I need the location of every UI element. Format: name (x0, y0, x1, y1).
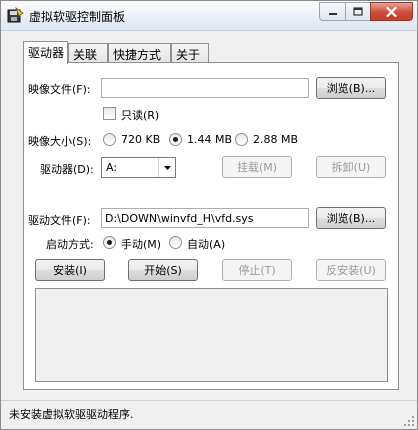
dropdown-arrow[interactable] (158, 158, 175, 177)
readonly-label: 只读(R) (121, 109, 160, 122)
stop-button[interactable]: 停止(T) (222, 259, 292, 281)
start-manual-label: 手动(M) (121, 238, 162, 251)
drive-letter-label: 驱动器(D): (40, 163, 94, 176)
tab-shortcut[interactable]: 快捷方式 (108, 43, 171, 63)
tab-panel-drive: 映像文件(F): 浏览(B)... 只读(R) 映像大小(S): 720 KB … (23, 62, 399, 390)
window-title: 虚拟软驱控制面板 (29, 10, 126, 24)
start-auto-label: 自动(A) (187, 238, 226, 251)
tab-association[interactable]: 关联 (68, 43, 108, 63)
tab-label: 快捷方式 (113, 48, 162, 62)
floppy-app-icon (7, 7, 24, 23)
resize-grip-icon[interactable] (403, 415, 415, 427)
driver-browse-button[interactable]: 浏览(B)... (316, 207, 386, 229)
uninstall-button[interactable]: 反安装(U) (316, 259, 386, 281)
close-button[interactable] (370, 2, 413, 21)
maximize-button[interactable] (345, 2, 371, 21)
tab-label: 驱动器 (28, 46, 65, 60)
log-area[interactable] (35, 288, 388, 382)
app-window: 虚拟软驱控制面板 驱动器 关联 快捷方式 关于 映像文件(F): 浏览(B)..… (0, 0, 418, 430)
tab-drive[interactable]: 驱动器 (23, 41, 68, 64)
title-bar[interactable]: 虚拟软驱控制面板 (1, 1, 417, 31)
status-text: 未安装虚拟软驱驱动程序. (9, 408, 134, 421)
install-button[interactable]: 安装(I) (35, 259, 105, 281)
size-720kb-radio[interactable] (103, 133, 116, 146)
tab-about[interactable]: 关于 (171, 43, 209, 63)
drive-letter-value: A: (106, 161, 118, 174)
start-mode-label: 启动方式: (46, 238, 94, 251)
minimize-icon (328, 12, 337, 15)
unmount-button[interactable]: 拆卸(U) (316, 156, 386, 178)
minimize-button[interactable] (319, 2, 346, 21)
size-1-44mb-radio[interactable] (169, 133, 182, 146)
driver-file-input[interactable]: D:\DOWN\winvfd_H\vfd.sys (101, 208, 309, 228)
chevron-down-icon (163, 165, 171, 170)
drive-letter-select[interactable]: A: (101, 157, 176, 178)
mount-button[interactable]: 挂载(M) (222, 156, 292, 178)
tab-label: 关联 (73, 48, 98, 62)
image-file-label: 映像文件(F): (28, 83, 91, 96)
tab-label: 关于 (176, 48, 201, 62)
image-size-label: 映像大小(S): (28, 135, 92, 148)
start-manual-radio[interactable] (103, 236, 116, 249)
size-1-44mb-label: 1.44 MB (187, 133, 233, 146)
maximize-icon (353, 7, 363, 16)
size-2-88mb-radio[interactable] (235, 133, 248, 146)
readonly-checkbox[interactable] (103, 107, 116, 120)
status-bar: 未安装虚拟软驱驱动程序. (1, 400, 417, 429)
size-720kb-label: 720 KB (121, 133, 161, 146)
close-icon (386, 6, 397, 17)
size-2-88mb-label: 2.88 MB (253, 133, 299, 146)
image-file-input[interactable] (101, 78, 309, 98)
image-browse-button[interactable]: 浏览(B)... (316, 77, 386, 99)
start-auto-radio[interactable] (169, 236, 182, 249)
driver-file-label: 驱动文件(F): (28, 214, 91, 227)
start-button[interactable]: 开始(S) (128, 259, 198, 281)
